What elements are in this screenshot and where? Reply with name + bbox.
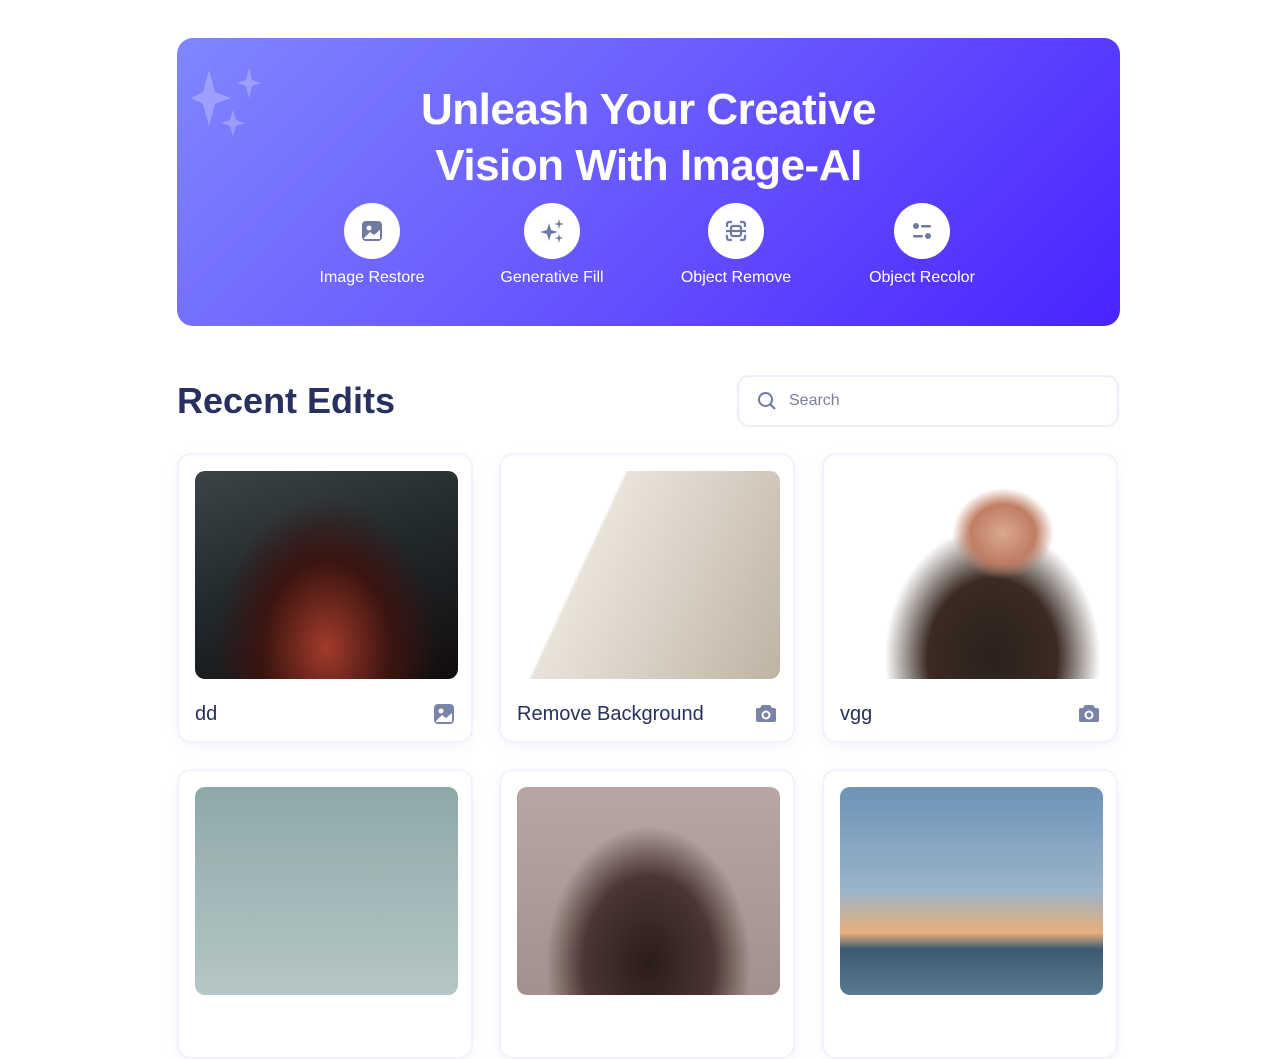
section-title: Recent Edits (177, 380, 396, 421)
tool-label: Object Remove (680, 269, 792, 286)
edit-card[interactable]: Remove Background (499, 453, 795, 743)
thumbnail-image (195, 471, 458, 679)
tool-object-remove[interactable]: Object Remove (656, 203, 816, 287)
edit-card[interactable] (822, 769, 1118, 1059)
hero-banner: Unleash Your Creative Vision With Image-A… (177, 38, 1120, 326)
image-icon (362, 221, 382, 241)
tool-image-restore[interactable]: Image Restore (292, 203, 452, 287)
thumbnail-image (840, 787, 1103, 995)
camera-icon (1079, 705, 1099, 722)
tool-generative-fill[interactable]: Generative Fill (472, 203, 632, 287)
edit-card[interactable]: vgg (822, 453, 1118, 743)
scan-object-icon (725, 220, 747, 242)
image-icon (434, 704, 454, 724)
edit-card[interactable]: dd (177, 453, 473, 743)
search-input[interactable] (789, 392, 1089, 410)
card-title: vgg (840, 703, 873, 725)
tool-label: Generative Fill (500, 269, 604, 286)
card-title: Remove Background (517, 703, 704, 725)
tool-label: Object Recolor (869, 269, 975, 286)
search-icon (758, 392, 776, 410)
sliders-icon (913, 223, 931, 239)
thumbnail-image (517, 787, 780, 995)
tool-object-recolor[interactable]: Object Recolor (842, 203, 1002, 287)
thumbnail-image (517, 471, 780, 679)
search-box[interactable] (737, 375, 1119, 427)
thumbnail-image (840, 471, 1103, 679)
camera-icon (756, 705, 776, 722)
thumbnail-image (195, 787, 458, 995)
edit-card[interactable] (499, 769, 795, 1059)
tool-label: Image Restore (319, 269, 425, 286)
edit-card[interactable] (177, 769, 473, 1059)
card-title: dd (195, 703, 218, 725)
sparkles-icon (540, 219, 564, 243)
hero-title: Unleash Your Creative Vision With Image-A… (421, 85, 876, 190)
